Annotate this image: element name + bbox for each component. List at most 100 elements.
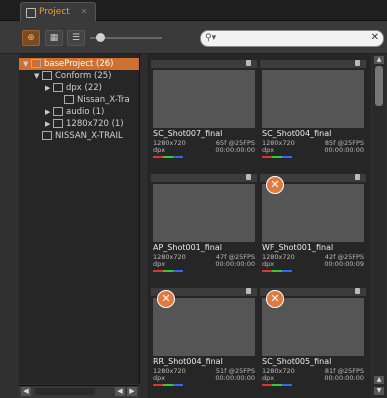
offline-warning-icon: ✕ [157, 290, 175, 308]
tree-item-label: NISSAN_X-TRAIL [55, 131, 123, 141]
close-icon[interactable]: ✕ [81, 7, 88, 16]
clip-timecode: 00:00:00:00 [215, 260, 255, 268]
scroll-down-icon[interactable]: ▼ [374, 387, 384, 395]
project-icon [26, 8, 36, 18]
expand-right-icon[interactable]: ▶ [45, 118, 53, 130]
clip-timecode: 00:00:00:00 [215, 374, 255, 382]
tree-item-label: baseProject (26) [44, 59, 114, 69]
folder-tree: ▼ baseProject (26) ▼ Conform (25) ▶ dpx (22) N… [19, 54, 140, 384]
tab-project-label: Project [39, 7, 70, 17]
clip-card[interactable]: SC_Shot004_final 1280x720 85f @25FPS dpx 00:… [260, 60, 366, 170]
tree-item[interactable]: ▼ baseProject (26) [19, 58, 139, 70]
clip-format: dpx [153, 146, 166, 154]
scroll-left-icon[interactable]: ◀ [21, 387, 31, 396]
clip-card[interactable]: ✕ RR_Shot004_final 1280x720 51f @25FPS dpx 00… [151, 288, 257, 398]
vertical-scroll-thumb[interactable] [375, 66, 383, 106]
clip-header [151, 60, 257, 68]
clip-card[interactable]: ✕ WF_Shot001_final 1280x720 42f @25FPS dpx 00… [260, 174, 366, 284]
clip-header [260, 60, 366, 68]
clip-metadata: 1280x720 47f @25FPS dpx 00:00:00:00 [153, 254, 255, 268]
clip-format: dpx [153, 260, 166, 268]
tree-view-button[interactable]: ⊕ [22, 30, 40, 46]
folder-icon [64, 95, 74, 104]
scroll-left-icon[interactable]: ◀ [115, 387, 125, 396]
search-input[interactable] [225, 32, 365, 44]
lock-icon [246, 174, 251, 180]
clip-name: SC_Shot007_final [153, 129, 223, 138]
tab-bar: Project ✕ [0, 0, 387, 21]
color-channel-bar [262, 270, 292, 272]
clip-card[interactable]: AP_Shot001_final 1280x720 47f @25FPS dpx 00:… [151, 174, 257, 284]
folder-icon [42, 71, 52, 80]
clear-search-icon[interactable]: ✕ [371, 32, 379, 43]
grid-scrollbar[interactable]: ▲ ▲ ▼ [372, 54, 386, 398]
tree-item[interactable]: Nissan_X-Tra [19, 94, 130, 106]
color-channel-bar [262, 156, 292, 158]
clip-timecode: 00:00:00:00 [324, 374, 364, 382]
scroll-up-icon[interactable]: ▲ [374, 376, 384, 384]
tree-item-label: audio (1) [66, 107, 105, 117]
clip-metadata: 1280x720 65f @25FPS dpx 00:00:00:00 [153, 140, 255, 154]
tree-item-label: Conform (25) [55, 71, 112, 81]
tree-scrollbar[interactable]: ◀ ◀ ▶ [19, 385, 139, 398]
tree-item[interactable]: ▶ 1280x720 (1) [19, 118, 124, 130]
search-box: ⚲▾ ✕ [200, 30, 384, 47]
expand-down-icon[interactable]: ▼ [23, 58, 31, 70]
clip-name: SC_Shot005_final [262, 357, 332, 366]
clip-name: RR_Shot004_final [153, 357, 223, 366]
clip-header [151, 174, 257, 182]
lock-icon [355, 288, 360, 294]
offline-warning-icon: ✕ [266, 290, 284, 308]
clip-timecode: 00:00:00:00 [324, 146, 364, 154]
folder-icon [53, 119, 63, 128]
grid-view-button[interactable]: ▦ [45, 30, 63, 46]
lock-icon [355, 174, 360, 180]
folder-icon [42, 131, 52, 140]
tree-item-label: Nissan_X-Tra [77, 95, 130, 105]
offline-warning-icon: ✕ [266, 176, 284, 194]
clip-format: dpx [153, 374, 166, 382]
clip-thumbnail[interactable] [153, 184, 255, 242]
expand-right-icon[interactable]: ▶ [45, 82, 53, 94]
folder-icon [53, 83, 63, 92]
tree-item[interactable]: ▼ Conform (25) [19, 70, 112, 82]
search-icon[interactable]: ⚲▾ [205, 33, 216, 43]
clip-thumbnail[interactable] [262, 70, 364, 128]
clip-grid: SC_Shot007_final 1280x720 65f @25FPS dpx 00:… [147, 54, 371, 398]
clip-timecode: 00:00:00:00 [215, 146, 255, 154]
thumbnail-size-slider[interactable] [90, 33, 162, 42]
scroll-up-icon[interactable]: ▲ [374, 56, 384, 64]
list-view-button[interactable]: ☰ [67, 30, 85, 46]
clip-card[interactable]: ✕ SC_Shot005_final 1280x720 81f @25FPS dpx 00… [260, 288, 366, 398]
lock-icon [355, 60, 360, 66]
clip-name: AP_Shot001_final [153, 243, 222, 252]
panel-splitter[interactable] [140, 54, 146, 398]
clip-metadata: 1280x720 51f @25FPS dpx 00:00:00:00 [153, 368, 255, 382]
tree-item-label: dpx (22) [66, 83, 102, 93]
folder-icon [53, 107, 63, 116]
clip-timecode: 00:00:00:09 [324, 260, 364, 268]
horizontal-scroll-thumb[interactable] [35, 388, 95, 395]
folder-icon [31, 59, 41, 68]
color-channel-bar [153, 384, 183, 386]
color-channel-bar [262, 384, 292, 386]
clip-metadata: 1280x720 81f @25FPS dpx 00:00:00:00 [262, 368, 364, 382]
tree-item[interactable]: ▶ dpx (22) [19, 82, 102, 94]
clip-metadata: 1280x720 85f @25FPS dpx 00:00:00:00 [262, 140, 364, 154]
lock-icon [246, 60, 251, 66]
color-channel-bar [153, 270, 183, 272]
tree-item[interactable]: NISSAN_X-TRAIL [19, 130, 123, 142]
clip-card[interactable]: SC_Shot007_final 1280x720 65f @25FPS dpx 00:… [151, 60, 257, 170]
expand-right-icon[interactable]: ▶ [45, 106, 53, 118]
project-panel: Project ✕ ⊕ ▦ ☰ ⚲▾ ✕ ▼ baseProject (26) ▼ C… [0, 0, 387, 398]
clip-format: dpx [262, 146, 275, 154]
slider-knob[interactable] [96, 33, 105, 42]
clip-thumbnail[interactable] [153, 70, 255, 128]
toolbar: ⊕ ▦ ☰ ⚲▾ ✕ [0, 21, 387, 54]
clip-metadata: 1280x720 42f @25FPS dpx 00:00:00:09 [262, 254, 364, 268]
tree-item-label: 1280x720 (1) [66, 119, 124, 129]
tab-project[interactable]: Project ✕ [20, 2, 97, 21]
expand-down-icon[interactable]: ▼ [34, 70, 42, 82]
scroll-right-icon[interactable]: ▶ [127, 387, 137, 396]
tree-item[interactable]: ▶ audio (1) [19, 106, 104, 118]
